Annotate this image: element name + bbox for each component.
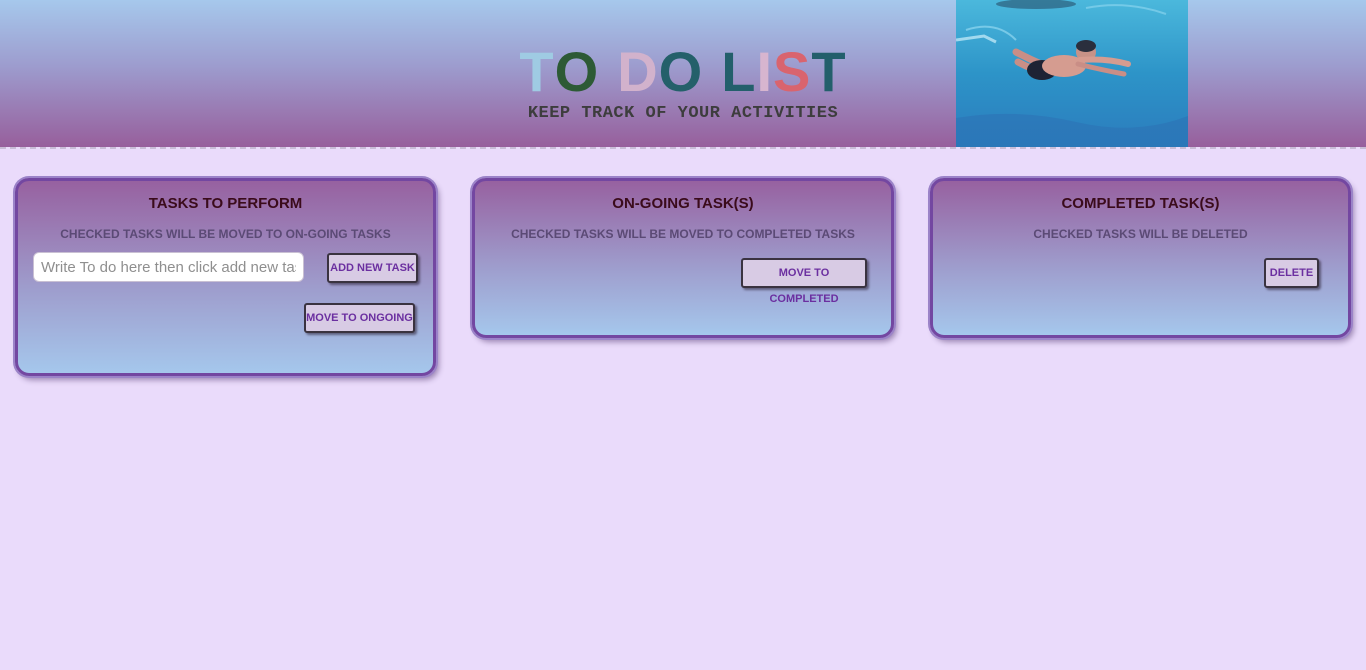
title-letter: I xyxy=(756,40,773,103)
completed-tasks-panel: COMPLETED TASK(S) CHECKED TASKS WILL BE … xyxy=(930,178,1351,338)
ongoing-tasks-panel: ON-GOING TASK(S) CHECKED TASKS WILL BE M… xyxy=(472,178,894,338)
move-to-completed-button[interactable]: MOVE TO COMPLETED xyxy=(741,258,867,305)
title-letter: S xyxy=(773,40,812,103)
title-letter: T xyxy=(811,40,847,103)
new-task-input[interactable] xyxy=(33,252,304,282)
completed-tasks-hint: CHECKED TASKS WILL BE DELETED xyxy=(1033,227,1248,241)
header-divider xyxy=(0,147,1366,149)
ongoing-tasks-hint: CHECKED TASKS WILL BE MOVED TO COMPLETED… xyxy=(511,227,855,241)
page-header: TO DO LIST KEEP TRACK OF YOUR ACTIVITIES xyxy=(0,0,1366,147)
title-letter: D xyxy=(617,40,659,103)
completed-tasks-title: COMPLETED TASK(S) xyxy=(1061,195,1220,212)
tasks-to-perform-panel: TASKS TO PERFORM CHECKED TASKS WILL BE M… xyxy=(15,178,436,376)
tasks-to-perform-title: TASKS TO PERFORM xyxy=(148,195,303,212)
title-letter xyxy=(703,40,721,104)
delete-button[interactable]: DELETE xyxy=(1264,258,1319,288)
ongoing-tasks-title: ON-GOING TASK(S) xyxy=(612,195,754,212)
tasks-to-perform-hint: CHECKED TASKS WILL BE MOVED TO ON-GOING … xyxy=(60,227,391,241)
move-to-ongoing-button[interactable]: MOVE TO ONGOING xyxy=(304,303,415,333)
title-letter: O xyxy=(554,40,600,103)
title-letter: O xyxy=(658,40,704,103)
add-new-task-button[interactable]: ADD NEW TASK xyxy=(327,253,418,283)
title-letter xyxy=(599,40,617,104)
title-letter: L xyxy=(721,40,757,103)
swimmer-photo xyxy=(956,0,1188,147)
title-letter: T xyxy=(519,40,555,103)
